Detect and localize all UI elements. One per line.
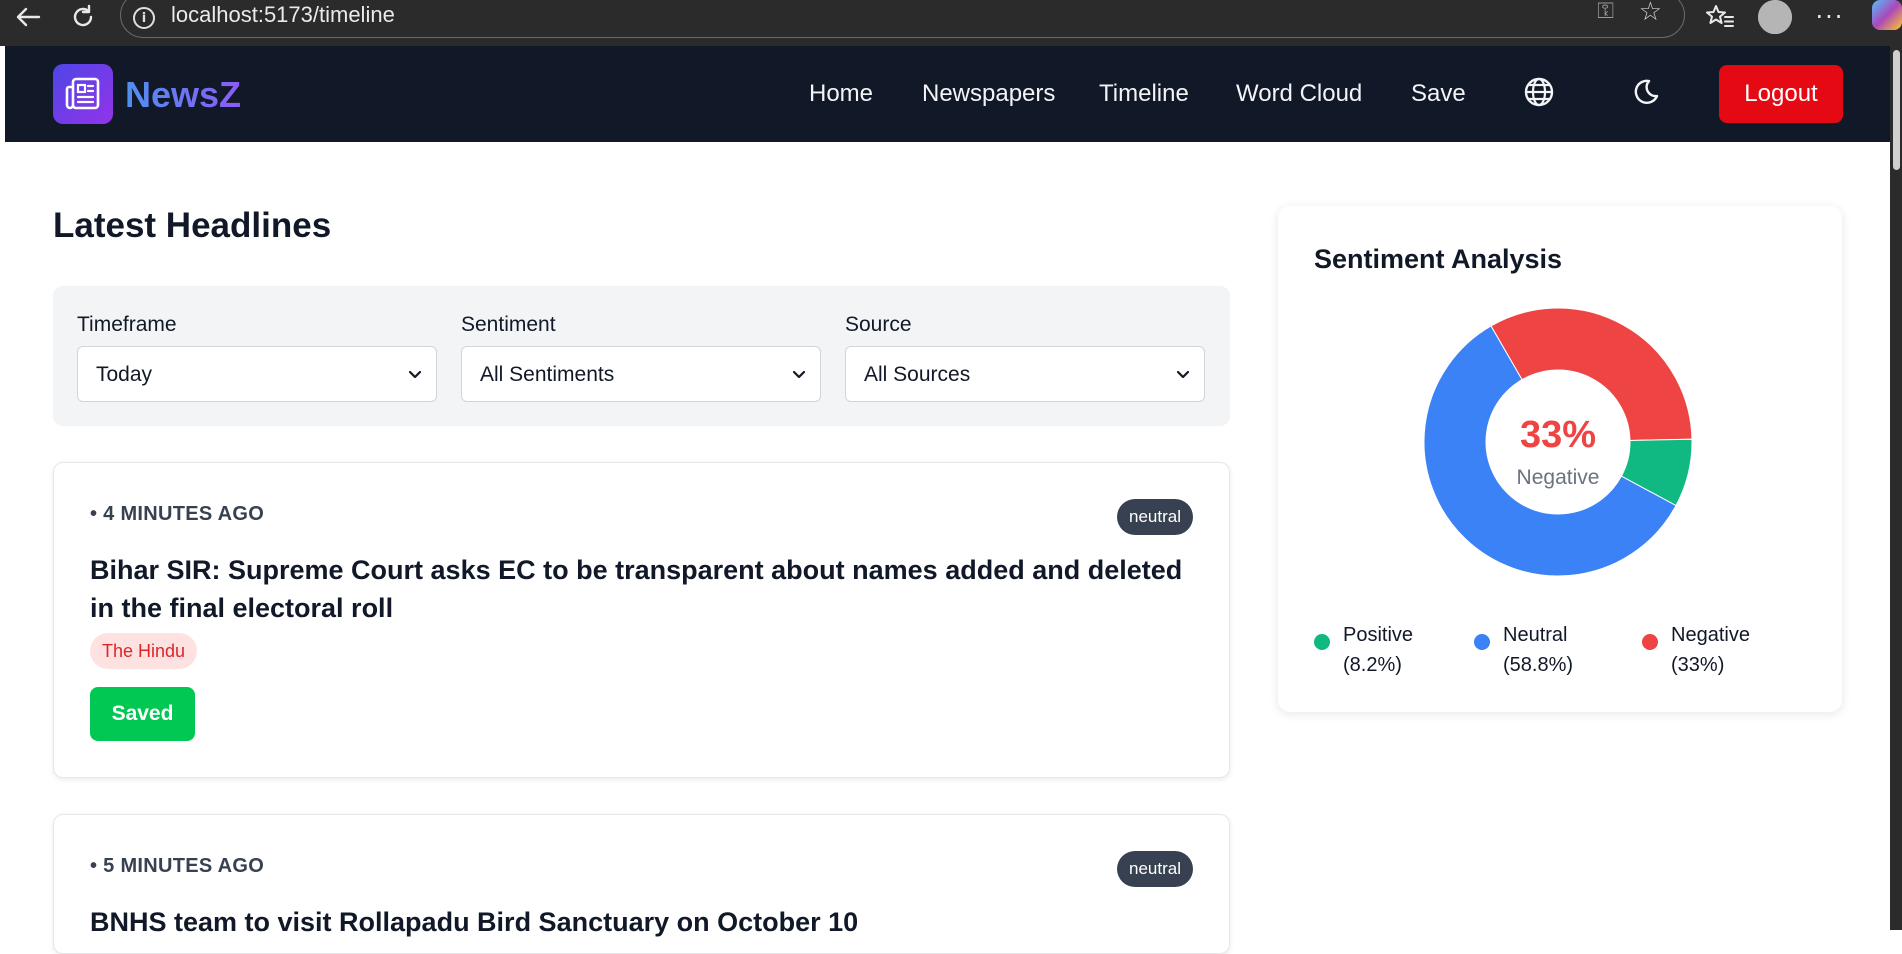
legend-name: Positive [1343, 624, 1414, 646]
article-card[interactable]: • 5 MINUTES AGO neutral BNHS team to vis… [53, 814, 1230, 954]
app-navbar: NewsZ Home Newspapers Timeline Word Clou… [5, 46, 1890, 142]
legend-pct: (8.2%) [1343, 654, 1402, 676]
legend-dot-positive [1314, 634, 1330, 650]
saved-button[interactable]: Saved [90, 687, 195, 741]
sentiment-badge: neutral [1117, 499, 1193, 535]
sentiment-value: All Sentiments [480, 363, 615, 386]
reload-icon[interactable] [63, 0, 103, 34]
scrollbar-thumb[interactable] [1893, 50, 1900, 170]
timeframe-value: Today [96, 363, 153, 386]
nav-timeline[interactable]: Timeline [1099, 80, 1189, 108]
chevron-down-icon [1176, 370, 1190, 379]
legend-name: Negative [1671, 624, 1750, 646]
article-title[interactable]: Bihar SIR: Supreme Court asks EC to be t… [90, 551, 1195, 627]
legend-dot-negative [1642, 634, 1658, 650]
legend-pct: (58.8%) [1503, 654, 1574, 676]
nav-home[interactable]: Home [809, 80, 873, 108]
favorites-icon[interactable] [1700, 0, 1740, 34]
article-time: • 4 MINUTES AGO [90, 503, 265, 525]
chevron-down-icon [792, 370, 806, 379]
legend-pct: (33%) [1671, 654, 1725, 676]
chevron-down-icon [408, 370, 422, 379]
sentiment-badge: neutral [1117, 851, 1193, 887]
browser-toolbar: i localhost:5173/timeline ⚿ ☆ ··· [0, 0, 1902, 46]
notification-dot [1758, 0, 1792, 34]
article-time: • 5 MINUTES AGO [90, 855, 265, 877]
filter-panel: Timeframe Today Sentiment All Sentiments… [53, 286, 1230, 426]
article-card[interactable]: • 4 MINUTES AGO neutral Bihar SIR: Supre… [53, 462, 1230, 778]
brand-name[interactable]: NewsZ [125, 74, 241, 116]
source-badge: The Hindu [90, 633, 198, 669]
globe-icon[interactable] [1521, 74, 1557, 110]
timeframe-select[interactable]: Today [77, 346, 437, 402]
nav-newspapers[interactable]: Newspapers [922, 80, 1055, 108]
scrollbar-track [1890, 46, 1902, 930]
nav-save[interactable]: Save [1411, 80, 1466, 108]
page-title: Latest Headlines [53, 206, 332, 245]
source-label: Source [845, 313, 912, 336]
password-key-icon[interactable]: ⚿ [1597, 0, 1614, 24]
dark-mode-moon-icon[interactable] [1627, 74, 1663, 110]
more-menu-icon[interactable]: ··· [1810, 0, 1850, 34]
timeframe-label: Timeframe [77, 313, 177, 336]
back-icon[interactable] [8, 0, 48, 34]
article-title[interactable]: BNHS team to visit Rollapadu Bird Sanctu… [90, 903, 1195, 941]
newspaper-logo-icon[interactable] [53, 64, 113, 124]
nav-word-cloud[interactable]: Word Cloud [1236, 80, 1362, 108]
sentiment-donut-chart: 33% Negative [1422, 306, 1694, 578]
source-value: All Sources [864, 363, 971, 386]
copilot-icon[interactable] [1872, 0, 1902, 30]
logout-button[interactable]: Logout [1719, 65, 1843, 123]
sentiment-panel-title: Sentiment Analysis [1314, 244, 1563, 274]
sentiment-select[interactable]: All Sentiments [461, 346, 821, 402]
address-bar[interactable]: i localhost:5173/timeline ⚿ ☆ [120, 0, 1685, 38]
donut-center-value: 33% [1519, 414, 1597, 456]
address-url: localhost:5173/timeline [171, 2, 395, 27]
source-select[interactable]: All Sources [845, 346, 1205, 402]
donut-center-label: Negative [1516, 466, 1600, 489]
legend-name: Neutral [1503, 624, 1568, 646]
legend-dot-neutral [1474, 634, 1490, 650]
favorite-star-icon[interactable]: ☆ [1639, 0, 1662, 27]
site-info-icon[interactable]: i [133, 7, 155, 29]
sentiment-panel: Sentiment Analysis 33% Negative Positive… [1278, 206, 1842, 712]
sentiment-label: Sentiment [461, 313, 556, 336]
